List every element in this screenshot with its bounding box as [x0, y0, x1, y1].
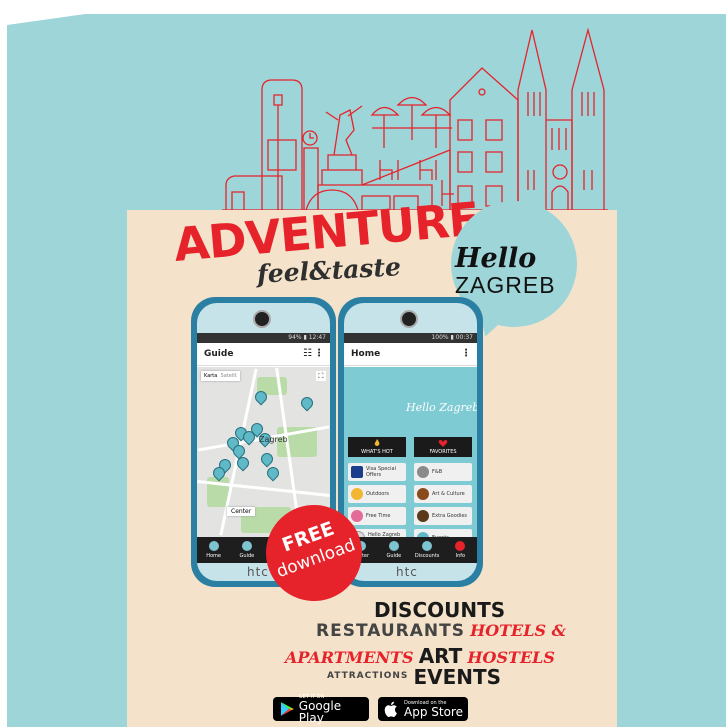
- home-title: Home: [351, 349, 381, 359]
- status-bar: 94% ▮ 12:47: [197, 333, 330, 343]
- map-center-button[interactable]: Center: [227, 507, 256, 516]
- brand-zagreb: ZAGREB: [455, 272, 556, 298]
- category-discounts: DISCOUNTS: [374, 598, 506, 622]
- fnb-icon: [417, 466, 429, 478]
- zagreb-skyline-illustration: [222, 27, 608, 211]
- guide-app-bar: Guide ☷ ⋮: [197, 343, 330, 366]
- app-store-badge[interactable]: Download on the App Store: [378, 697, 468, 721]
- status-bar: 100% ▮ 00:37: [344, 333, 477, 343]
- category-restaurants: RESTAURANTS: [316, 621, 465, 641]
- category-line-2: RESTAURANTS HOTELS &: [316, 621, 566, 641]
- tab-satelit[interactable]: Satelit: [221, 373, 237, 379]
- home-content: Hello Zagreb WHAT'S HOT FAVORITES Visa S…: [344, 367, 477, 547]
- earpiece: [400, 310, 418, 328]
- google-play-label: Google Play: [298, 698, 342, 725]
- whats-hot-button[interactable]: WHAT'S HOT: [348, 437, 406, 457]
- art-culture-icon: [417, 488, 429, 500]
- nav-info[interactable]: Info: [444, 537, 477, 563]
- favorites-button[interactable]: FAVORITES: [414, 437, 472, 457]
- menu-outdoors[interactable]: Outdoors: [348, 485, 406, 503]
- filter-icon[interactable]: ☷: [303, 343, 312, 365]
- goodies-icon: [417, 510, 429, 522]
- phone-brand-right: htc: [396, 565, 418, 579]
- tab-karta[interactable]: Karta: [204, 373, 217, 379]
- apple-icon: [384, 701, 397, 717]
- category-events: EVENTS: [413, 665, 502, 689]
- map-city-label: Zagreb: [259, 435, 288, 444]
- menu-visa-offers[interactable]: Visa Special Offers: [348, 463, 406, 481]
- earpiece: [253, 310, 271, 328]
- fullscreen-icon[interactable]: ⛶: [316, 371, 326, 381]
- menu-art-culture[interactable]: Art & Culture: [414, 485, 472, 503]
- category-hotels: HOTELS &: [470, 621, 567, 640]
- nav-discounts[interactable]: Discounts: [411, 537, 444, 563]
- guide-title: Guide: [204, 349, 234, 359]
- app-store-label: App Store: [404, 704, 463, 719]
- home-script-title: Hello Zagreb: [406, 401, 477, 414]
- outdoors-icon: [351, 488, 363, 500]
- overflow-menu-icon[interactable]: ⋮: [314, 343, 324, 365]
- menu-fnb[interactable]: F&B: [414, 463, 472, 481]
- map-type-tabs: Karta Satelit: [201, 371, 240, 381]
- flame-icon: [374, 439, 380, 446]
- home-app-bar: Home ⋮: [344, 343, 477, 366]
- visa-icon: [351, 466, 363, 478]
- nav-home[interactable]: Home: [197, 537, 230, 563]
- heart-icon: [438, 440, 448, 447]
- menu-free-time[interactable]: Free Time: [348, 507, 406, 525]
- nav-guide[interactable]: Guide: [377, 537, 410, 563]
- google-play-icon: [280, 702, 294, 716]
- category-line-4: ATTRACTIONS EVENTS: [327, 665, 501, 689]
- phone-brand-left: htc: [247, 565, 269, 579]
- menu-extra-goodies[interactable]: Extra Goodies: [414, 507, 472, 525]
- nav-guide[interactable]: Guide: [230, 537, 263, 563]
- brand-hello: Hello: [455, 243, 537, 274]
- home-screen: 100% ▮ 00:37 Home ⋮ Hello Zagreb WHAT'S …: [344, 333, 477, 563]
- category-attractions: ATTRACTIONS: [327, 671, 409, 681]
- google-play-badge[interactable]: GET IT ON Google Play: [273, 694, 369, 725]
- overflow-menu-icon[interactable]: ⋮: [461, 343, 471, 365]
